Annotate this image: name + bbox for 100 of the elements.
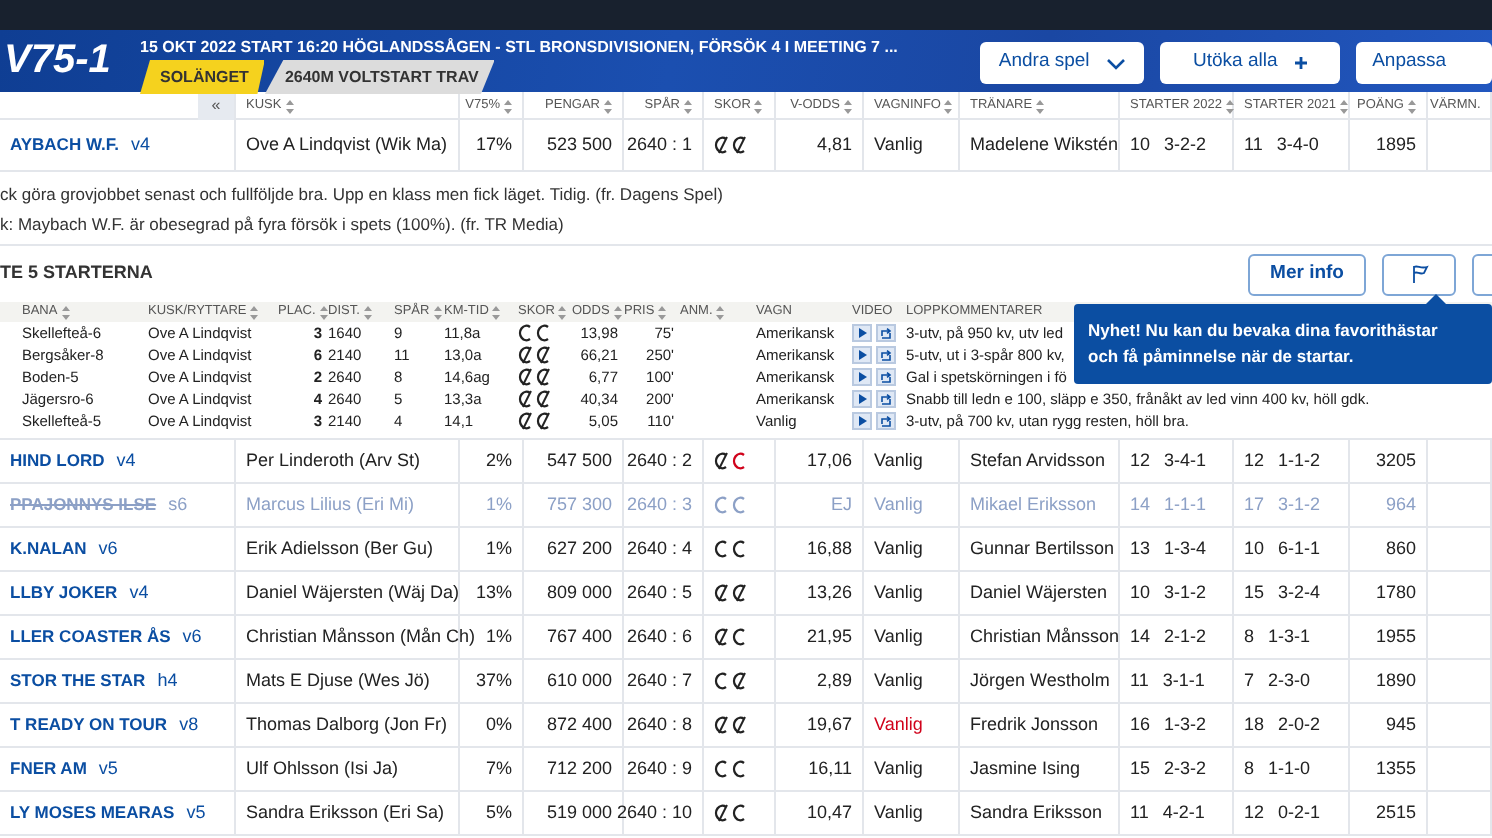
tooltip-text: Nyhet! Nu kan du bevaka dina favorithästar och få påminnelse när de startar. xyxy=(1088,320,1438,366)
table-cell-text: 809 000 xyxy=(546,579,612,606)
table-cell-text: 1-3-2 xyxy=(1164,711,1207,738)
table-cell-text: Fredrik Jonsson xyxy=(970,711,1099,738)
horse-name-link[interactable]: STOR THE STAR xyxy=(10,668,146,694)
table-cell-text: Vanlig xyxy=(874,131,923,158)
horse-name-link[interactable]: LLBY JOKER xyxy=(10,580,118,606)
race-title: 15 OKT 2022 START 16:20 HÖGLANDSSÅGEN - STL BRONSDIVISIONEN, FÖRSÖK 4 I MEETING 7 ... xyxy=(140,36,900,60)
replay-button[interactable] xyxy=(876,324,896,343)
chevron-down-icon xyxy=(1105,57,1126,69)
horse-name-link[interactable]: FNER AM xyxy=(10,756,87,782)
horse-name-link[interactable]: LLER COASTER ÅS xyxy=(10,624,171,650)
table-cell-text: 13% xyxy=(475,579,512,606)
play-button[interactable] xyxy=(852,368,872,387)
horse-name-link[interactable]: HIND LORD xyxy=(10,448,105,474)
table-cell-text: 1780 xyxy=(1375,579,1416,606)
table-cell-text: 2640 : 7 xyxy=(626,667,692,694)
sort-icon xyxy=(1340,99,1349,113)
table-cell-text: Madelene Wikstén xyxy=(970,131,1119,158)
table-cell-text: 2% xyxy=(485,447,512,474)
sort-icon xyxy=(492,305,501,319)
table-cell-text: 11 xyxy=(1130,667,1149,694)
play-button[interactable] xyxy=(852,390,872,409)
table-cell-text: 1-3-4 xyxy=(1164,535,1207,562)
table-cell-text: 10 xyxy=(1130,579,1151,606)
sort-icon xyxy=(844,99,852,113)
table-cell-text: 2515 xyxy=(1375,799,1416,826)
table-cell-text: 3-4-1 xyxy=(1164,447,1207,474)
collapse-button[interactable]: « xyxy=(198,92,234,120)
replay-icon xyxy=(880,327,892,340)
table-cell-text: 1890 xyxy=(1375,667,1416,694)
table-cell-text: 12 xyxy=(1244,447,1265,474)
table-cell-text: 712 200 xyxy=(546,755,612,782)
table-cell-text: Sandra Eriksson (Eri Sa) xyxy=(246,799,445,826)
age-sex-label: v5 xyxy=(186,799,206,826)
age-sex-label: v5 xyxy=(98,755,118,782)
horse-name-link[interactable]: K.NALAN xyxy=(10,536,87,562)
table-cell-text: Jörgen Westholm xyxy=(970,667,1110,694)
table-cell-text: Vanlig xyxy=(874,755,923,782)
table-cell-text: 1-1-1 xyxy=(1164,491,1207,518)
replay-button[interactable] xyxy=(876,368,896,387)
table-cell-text: Daniel Wäjersten xyxy=(970,579,1108,606)
table-cell-text: Marcus Lilius (Eri Mi) xyxy=(246,491,415,518)
table-cell-text: 2-3-2 xyxy=(1164,755,1207,782)
table-cell-text: 767 400 xyxy=(546,623,612,650)
table-cell-text: 610 000 xyxy=(546,667,612,694)
race-tag: 2640M VOLTSTART TRAV xyxy=(264,60,495,94)
play-button[interactable] xyxy=(852,324,872,343)
sort-icon xyxy=(319,305,328,319)
replay-button[interactable] xyxy=(876,412,896,431)
table-cell-text: 2640 : 4 xyxy=(626,535,692,562)
table-cell-text: 15 xyxy=(1130,755,1151,782)
follow-button[interactable] xyxy=(1382,253,1456,295)
age-sex-label: v6 xyxy=(182,623,202,650)
header-button[interactable]: Anpassa xyxy=(1356,42,1492,84)
horse-name-link[interactable]: AYBACH W.F. xyxy=(10,132,119,158)
sort-icon xyxy=(716,305,725,319)
table-cell-text: Vanlig xyxy=(874,799,923,826)
table-cell-text: 8 xyxy=(1244,623,1255,650)
replay-icon xyxy=(880,371,892,384)
sort-icon xyxy=(558,305,567,319)
table-cell-text: 12 xyxy=(1130,447,1151,474)
table-cell-text: 12 xyxy=(1244,799,1265,826)
table-cell-text: 2640 : 2 xyxy=(626,447,692,474)
table-cell-text: 1895 xyxy=(1375,131,1416,158)
comment-text: ck göra grovjobbet senast och fullföljde bra. Upp en klass men fick läget. Tidig. (fr. Dagens Spel) xyxy=(0,182,725,208)
horse-name-link[interactable]: T READY ON TOUR xyxy=(10,712,168,738)
table-cell-text: 757 300 xyxy=(546,491,612,518)
play-button[interactable] xyxy=(852,412,872,431)
header-button[interactable]: Utöka alla xyxy=(1160,42,1341,84)
sort-icon xyxy=(61,305,70,319)
table-cell-text: 16,11 xyxy=(808,755,852,782)
table-cell-text: Erik Adielsson (Ber Gu) xyxy=(246,535,434,562)
table-cell-text: 3-1-2 xyxy=(1164,579,1207,606)
more-info-button[interactable]: Mer info xyxy=(1248,253,1366,295)
table-cell-text: 6-1-1 xyxy=(1278,535,1321,562)
play-button[interactable] xyxy=(852,346,872,365)
table-cell-text: 37% xyxy=(475,667,512,694)
sort-icon xyxy=(285,99,294,113)
replay-button[interactable] xyxy=(876,390,896,409)
race-tag: SOLÄNGET xyxy=(140,60,265,94)
header-button[interactable]: Andra spel xyxy=(980,42,1145,84)
age-sex-label: v4 xyxy=(130,131,150,158)
table-cell-text: 860 xyxy=(1385,535,1416,562)
table-cell-text: 0-2-1 xyxy=(1278,799,1321,826)
age-sex-label: v8 xyxy=(179,711,199,738)
replay-button[interactable] xyxy=(876,346,896,365)
table-cell-text: 17,06 xyxy=(806,447,852,474)
replay-icon xyxy=(880,393,892,406)
table-cell-text: 3-2-4 xyxy=(1278,579,1321,606)
replay-icon xyxy=(880,415,892,428)
table-cell-text: 5% xyxy=(485,799,512,826)
sort-icon xyxy=(363,305,372,319)
table-cell-text: 1% xyxy=(485,623,512,650)
table-cell-text: Ulf Ohlsson (Isi Ja) xyxy=(246,755,399,782)
table-cell-text: 3205 xyxy=(1375,447,1416,474)
table-cell-text: 19,67 xyxy=(806,711,852,738)
plus-icon xyxy=(1293,56,1308,70)
horse-name-link[interactable]: LY MOSES MEARAS xyxy=(10,800,175,826)
table-cell-text: 8 xyxy=(1244,755,1255,782)
